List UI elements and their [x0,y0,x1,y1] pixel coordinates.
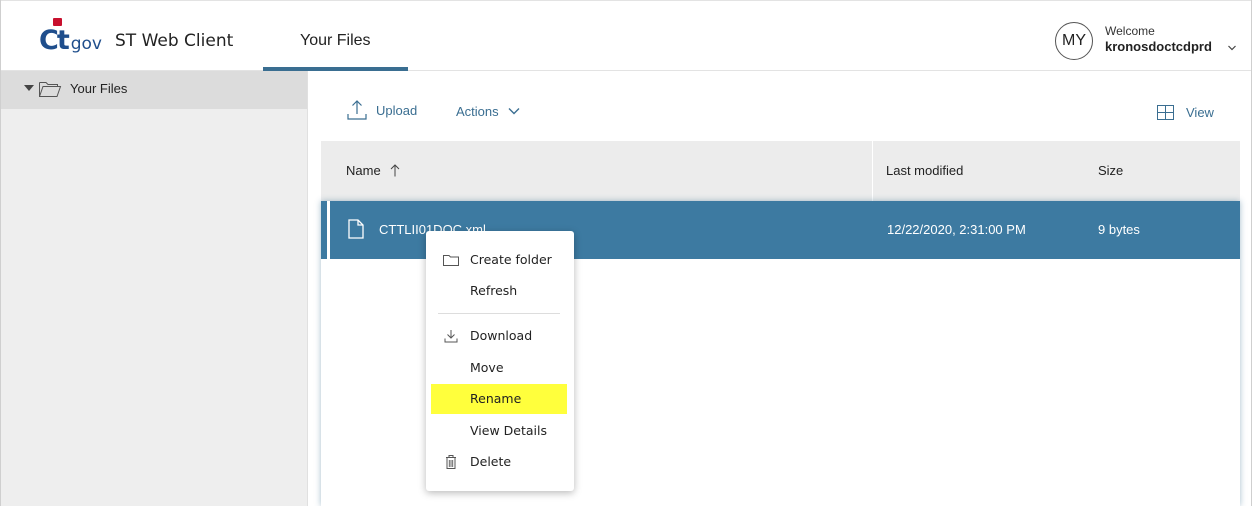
column-header-size[interactable]: Size [1098,163,1123,178]
menu-item-move[interactable]: Move [431,353,567,383]
upload-icon [347,100,367,120]
menu-item-label: Create folder [470,252,552,267]
upload-label: Upload [376,102,418,118]
menu-item-rename[interactable]: Rename [431,384,567,414]
tab-your-files-label: Your Files [300,32,371,49]
column-header-last-modified[interactable]: Last modified [886,163,963,178]
grid-view-icon [1157,104,1174,120]
sidebar-folder-tree: Your Files [1,71,308,506]
app-title: ST Web Client [115,31,234,51]
ct-gov-logo[interactable]: Ct gov [39,18,102,56]
view-button[interactable]: View [1157,101,1214,123]
folder-icon [443,255,459,266]
menu-item-label: Rename [470,391,522,406]
file-last-modified: 12/22/2020, 2:31:00 PM [887,222,1026,237]
context-menu: Create folder Refresh Download Move Rena… [426,231,574,491]
menu-item-label: Refresh [470,283,518,298]
menu-item-delete[interactable]: Delete [431,447,567,477]
logo-flag-icon [53,18,62,26]
file-table-header: Name Last modified Size [321,141,1240,201]
chevron-down-icon [508,108,520,115]
logo-gov-text: gov [70,34,102,54]
menu-item-label: Download [470,328,533,343]
caret-down-icon[interactable] [24,85,34,91]
menu-item-download[interactable]: Download [431,321,567,351]
upload-button[interactable]: Upload [347,98,417,122]
menu-item-label: View Details [470,423,547,438]
column-name-label: Name [346,163,381,178]
menu-item-label: Delete [470,454,512,469]
sort-ascending-icon [390,164,400,177]
menu-item-view-details[interactable]: View Details [431,416,567,446]
folder-open-icon [39,82,62,97]
tab-your-files[interactable]: Your Files [263,1,408,71]
chevron-down-icon[interactable] [1227,43,1237,53]
view-label: View [1186,104,1214,120]
file-size: 9 bytes [1098,222,1140,237]
user-avatar[interactable]: MY [1055,22,1093,60]
column-divider [872,141,873,201]
menu-separator [438,313,560,314]
row-selection-accent [327,201,330,259]
file-icon [348,219,364,239]
column-header-name[interactable]: Name [346,163,400,178]
top-header: Ct gov ST Web Client Your Files MY Welco… [1,0,1251,71]
menu-item-label: Move [470,360,504,375]
actions-dropdown[interactable]: Actions [456,100,520,122]
tree-item-your-files[interactable]: Your Files [1,71,307,109]
logo-ct-text: Ct [39,25,70,56]
trash-icon [446,455,456,469]
download-icon [444,330,458,343]
welcome-text: Welcome [1105,24,1155,38]
username-label[interactable]: kronosdoctcdprd [1105,39,1212,54]
tree-item-label: Your Files [70,81,128,96]
app-window: Ct gov ST Web Client Your Files MY Welco… [0,0,1252,506]
menu-item-create-folder[interactable]: Create folder [431,245,567,275]
menu-item-refresh[interactable]: Refresh [431,276,567,306]
actions-label: Actions [456,103,499,119]
